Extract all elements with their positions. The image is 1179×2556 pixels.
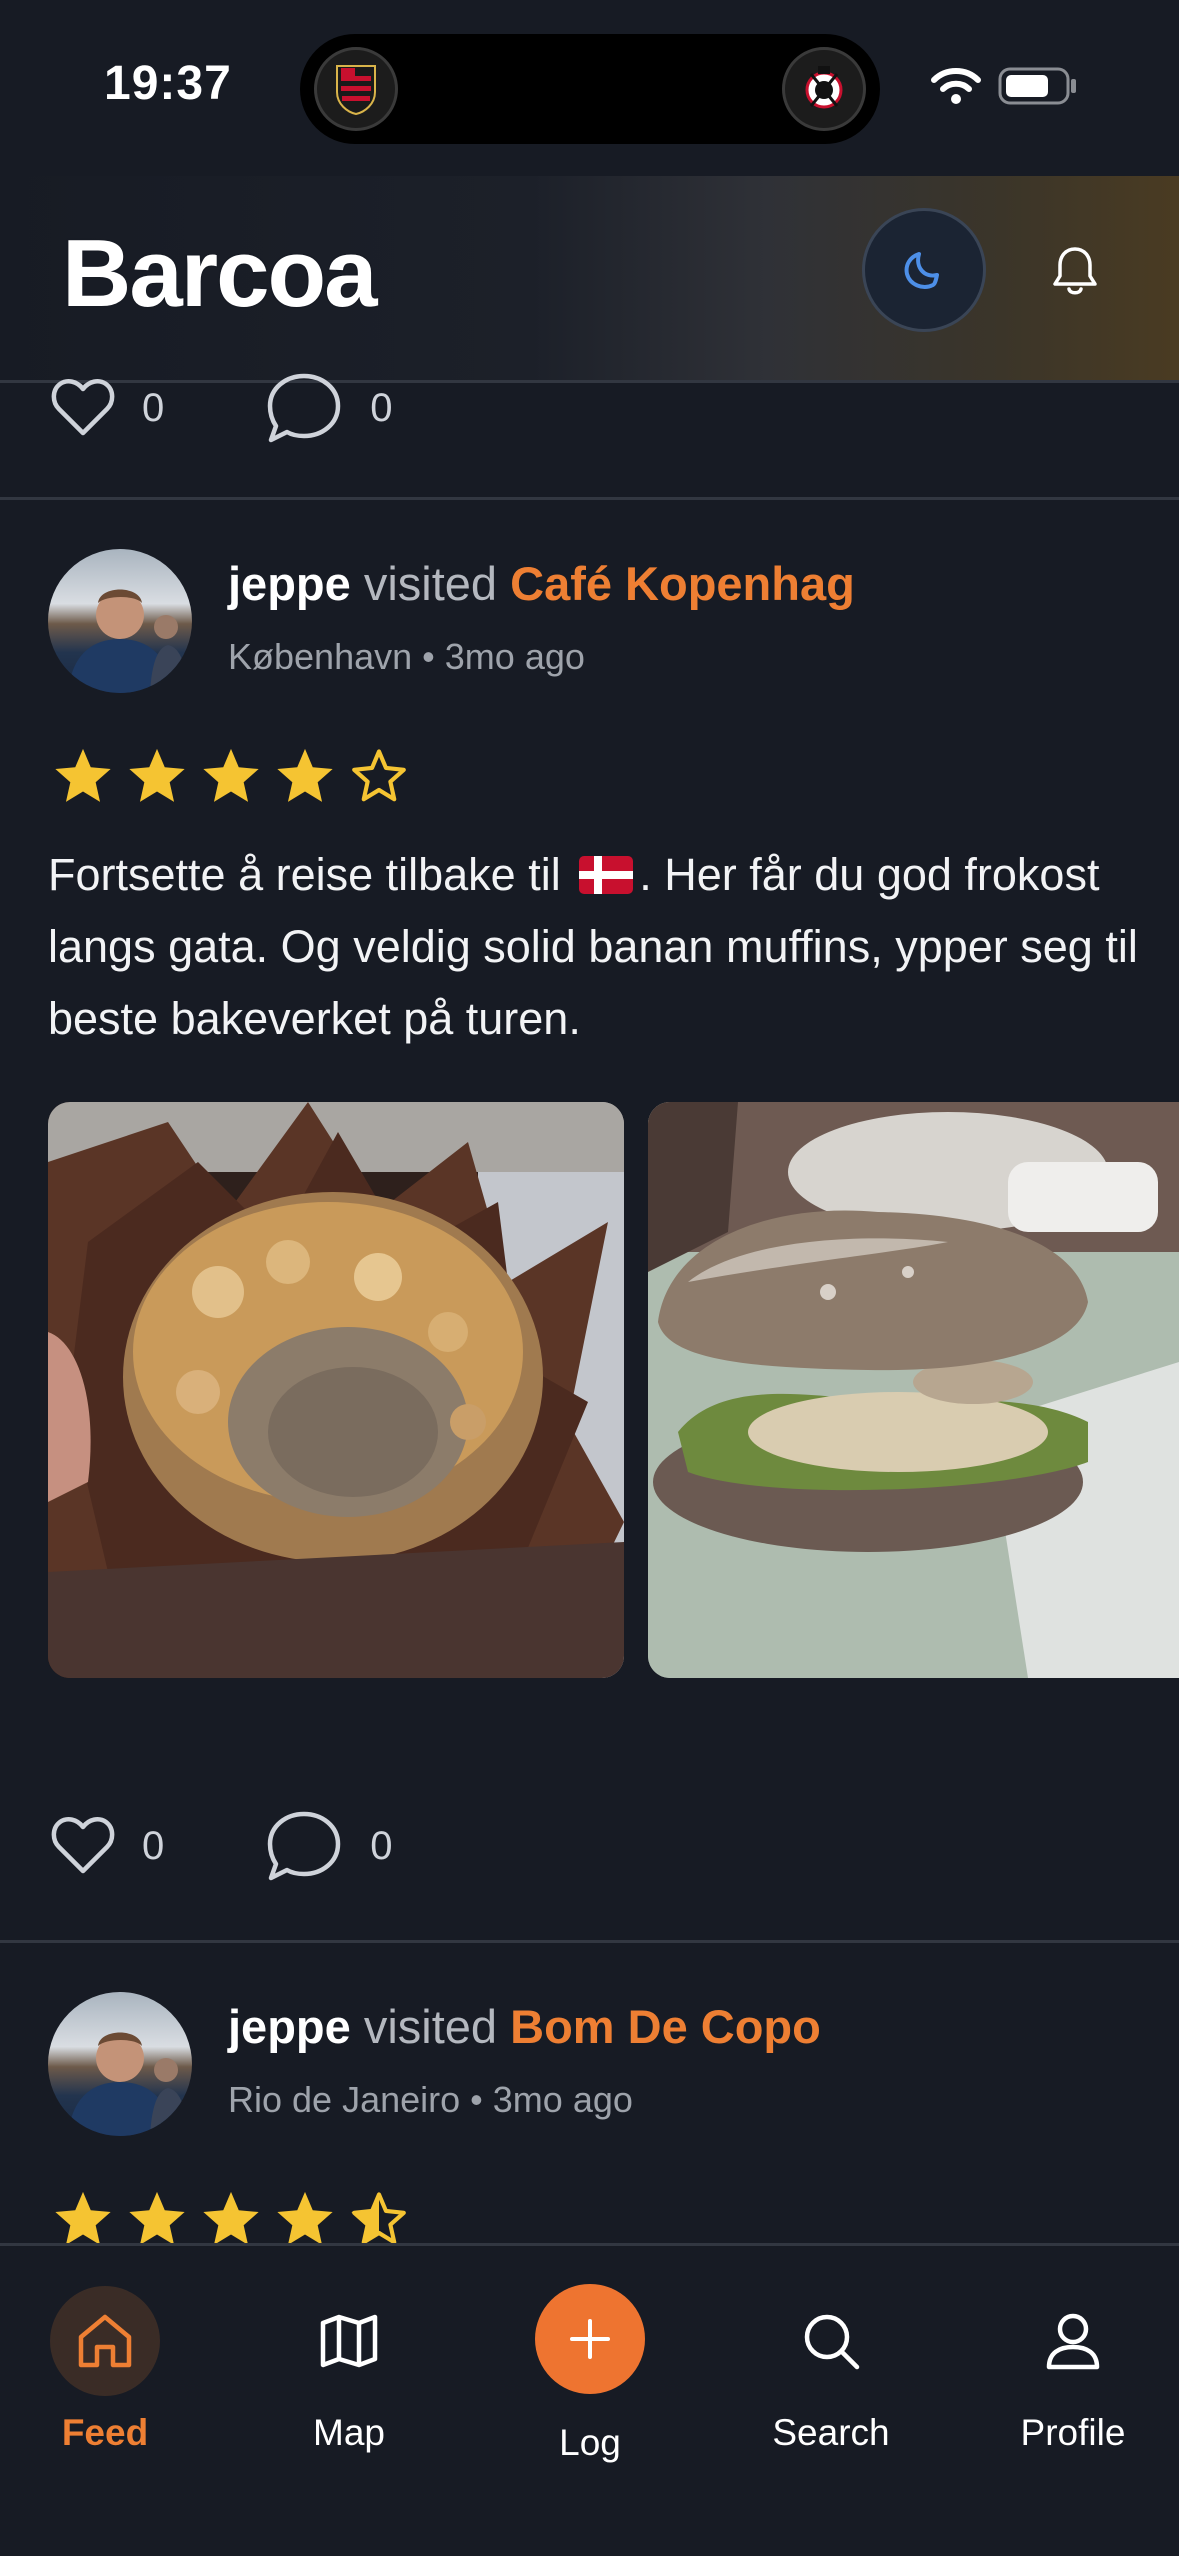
star-half-icon <box>351 2191 406 2245</box>
status-bar: 19:37 <box>0 0 1179 176</box>
star-filled-icon <box>203 2191 259 2245</box>
rating-stars <box>52 2188 422 2250</box>
post-meta: Rio de Janeiro • 3mo ago <box>228 2079 633 2121</box>
avatar[interactable] <box>48 1992 192 2136</box>
status-time: 19:37 <box>104 57 232 110</box>
heart-icon <box>51 1817 115 1874</box>
tab-label: Map <box>313 2412 385 2453</box>
post-city: Rio de Janeiro <box>228 2079 461 2120</box>
star-filled-icon <box>129 748 185 802</box>
star-filled-icon <box>203 748 259 802</box>
post-verb: visited <box>363 557 498 610</box>
rating-stars <box>52 745 422 807</box>
post-photo-sandwich[interactable] <box>648 1102 1179 1678</box>
post-headline: jeppe visited Café Kopenhag <box>228 556 855 611</box>
theme-toggle-button[interactable] <box>862 208 986 332</box>
tab-log[interactable]: Log <box>490 2246 690 2486</box>
post-actions: 0 0 <box>50 1806 493 1886</box>
post-time-ago: 3mo ago <box>444 636 585 677</box>
plus-icon <box>570 2319 610 2359</box>
denmark-flag-icon <box>579 856 634 894</box>
comment-count: 0 <box>370 1823 393 1868</box>
post-verb: visited <box>363 2000 498 2053</box>
tab-label: Profile <box>1020 2412 1126 2453</box>
post-photo-muffin[interactable] <box>48 1102 624 1678</box>
post-time-ago: 3mo ago <box>492 2079 633 2120</box>
brand-logo[interactable]: Barcoa <box>62 220 402 320</box>
tab-feed[interactable]: Feed <box>5 2246 205 2486</box>
post-text: Fortsette å reise tilbake til . Her får … <box>48 839 1158 1055</box>
wifi-icon <box>931 68 981 104</box>
post-divider <box>0 1940 1179 1943</box>
post-divider <box>0 497 1179 500</box>
map-icon <box>320 2314 378 2368</box>
post-place-link[interactable]: Bom De Copo <box>510 2000 821 2053</box>
post-username[interactable]: jeppe <box>228 557 351 610</box>
star-filled-icon <box>129 2191 185 2245</box>
comment-icon <box>268 373 341 443</box>
svg-text:Barcoa: Barcoa <box>62 220 378 320</box>
user-icon <box>1046 2313 1100 2370</box>
tab-map[interactable]: Map <box>249 2246 449 2486</box>
search-icon <box>804 2314 860 2370</box>
notifications-button[interactable] <box>1040 236 1110 306</box>
post-headline: jeppe visited Bom De Copo <box>228 1999 821 2054</box>
like-count: 0 <box>142 385 165 430</box>
post-meta: København • 3mo ago <box>228 636 585 678</box>
star-filled-icon <box>277 748 333 802</box>
meta-separator: • <box>470 2079 483 2120</box>
home-icon <box>78 2314 132 2368</box>
comment-count: 0 <box>370 385 393 430</box>
avatar[interactable] <box>48 549 192 693</box>
moon-icon <box>904 252 939 289</box>
live-activity-team-badge-icon <box>314 47 398 131</box>
post-place-link[interactable]: Café Kopenhag <box>510 557 855 610</box>
post-city: København <box>228 636 413 677</box>
comment-button[interactable]: 0 <box>264 370 393 446</box>
star-empty-icon <box>352 749 406 802</box>
like-button[interactable]: 0 <box>50 378 164 438</box>
like-count: 0 <box>142 1823 165 1868</box>
battery-icon <box>998 67 1076 105</box>
post-text-start: Fortsette å reise tilbake til <box>48 849 561 900</box>
tab-label: Search <box>772 2412 890 2453</box>
dynamic-island <box>300 34 880 144</box>
app-header: Barcoa <box>0 176 1179 382</box>
star-filled-icon <box>55 748 111 802</box>
live-activity-opponent-badge-icon <box>782 47 866 131</box>
heart-icon <box>51 379 115 436</box>
tab-search[interactable]: Search <box>731 2246 931 2486</box>
star-filled-icon <box>55 2191 111 2245</box>
comment-icon <box>268 1811 341 1881</box>
meta-separator: • <box>422 636 435 677</box>
log-button[interactable] <box>535 2284 645 2394</box>
like-button[interactable]: 0 <box>50 1816 164 1876</box>
tab-label: Feed <box>61 2412 149 2453</box>
bell-icon <box>1053 247 1097 295</box>
tab-profile[interactable]: Profile <box>973 2246 1173 2486</box>
tab-label: Log <box>559 2422 621 2463</box>
previous-post-actions: 0 0 <box>50 368 493 448</box>
star-filled-icon <box>277 2191 333 2245</box>
comment-button[interactable]: 0 <box>264 1808 393 1884</box>
post-username[interactable]: jeppe <box>228 2000 351 2053</box>
bottom-tab-bar: Feed Map Log Search Profile <box>0 2243 1179 2556</box>
